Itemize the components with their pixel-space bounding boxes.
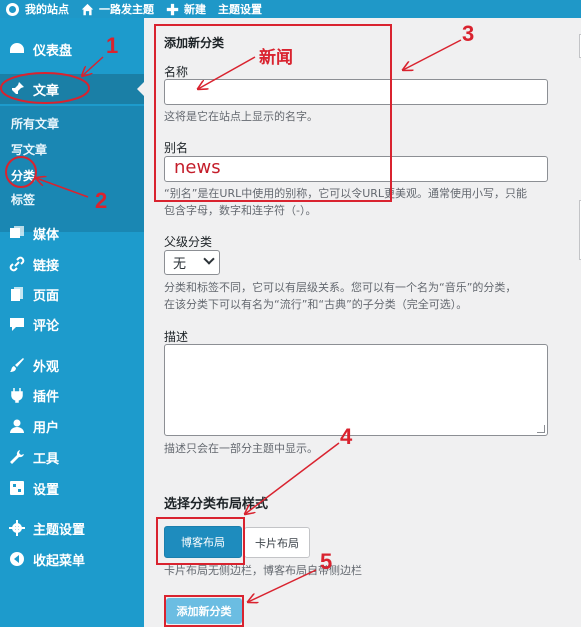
site-icon: [6, 2, 19, 16]
menu-pages-label: 页面: [33, 288, 60, 304]
menu-tools-label: 工具: [33, 451, 60, 467]
description-help: 描述只会在一部分主题中显示。: [164, 442, 318, 455]
card-layout-button[interactable]: 卡片布局: [244, 527, 310, 558]
menu-posts-label: 文章: [33, 83, 60, 99]
parent-select[interactable]: 无: [164, 250, 220, 275]
menu-comments[interactable]: 评论: [0, 309, 144, 339]
menu-posts[interactable]: 文章: [0, 74, 144, 104]
annotation-number-4: 4: [340, 424, 353, 449]
annotation-number-3: 3: [462, 21, 475, 46]
slug-value: news: [174, 157, 221, 178]
wrench-icon: [8, 448, 26, 466]
menu-collapse-label: 收起菜单: [33, 553, 86, 569]
description-label: 描述: [164, 330, 189, 344]
link-icon: [8, 255, 26, 273]
resize-grip-icon[interactable]: [537, 425, 545, 433]
menu-users[interactable]: 用户: [0, 411, 144, 441]
brush-icon: [8, 356, 26, 374]
parent-help-line2: 在该分类下可以有名为“流行”和“古典”的子分类（完全可选）。: [164, 298, 468, 311]
menu-theme-settings-label: 主题设置: [33, 522, 86, 538]
blog-layout-button[interactable]: 博客布局: [164, 526, 242, 558]
plugin-icon: [8, 386, 26, 404]
description-textarea[interactable]: [164, 344, 548, 436]
user-icon: [8, 417, 26, 435]
admin-sidebar: 仪表盘 文章 所有文章 写文章 分类 标签 媒体 链接 页面 评论 外观 插件 …: [0, 18, 144, 627]
menu-theme-settings[interactable]: 主题设置: [0, 513, 144, 543]
slug-help-line1: “别名”是在URL中使用的别称，它可以令URL更美观。通常使用小写，只能: [164, 187, 528, 200]
site-name-label: 我的站点: [25, 3, 69, 16]
slug-label: 别名: [164, 141, 189, 155]
menu-tools[interactable]: 工具: [0, 442, 144, 472]
name-help: 这将是它在站点上显示的名字。: [164, 110, 318, 123]
parent-label: 父级分类: [164, 235, 213, 249]
submenu-categories[interactable]: 分类: [11, 167, 35, 184]
admin-bar: 我的站点 一路发主题 新建 主题设置: [0, 0, 581, 18]
gear-icon: [8, 519, 26, 537]
layout-help: 卡片布局无侧边栏，博客布局自带侧边栏: [164, 564, 362, 577]
theme-home-link[interactable]: 一路发主题: [81, 1, 154, 17]
form-title: 添加新分类: [164, 36, 225, 50]
add-category-form: 添加新分类 名称 这将是它在站点上显示的名字。 别名 news “别名”是在UR…: [144, 18, 574, 627]
menu-pages[interactable]: 页面: [0, 279, 144, 309]
layout-title: 选择分类布局样式: [164, 497, 269, 512]
parent-select-value: 无: [173, 257, 187, 272]
submenu-write-post[interactable]: 写文章: [11, 141, 47, 158]
annotation-number-1: 1: [106, 33, 119, 58]
menu-users-label: 用户: [33, 420, 60, 436]
site-name-link[interactable]: 我的站点: [0, 1, 69, 17]
new-content-label: 新建: [184, 3, 206, 16]
menu-appearance-label: 外观: [33, 359, 60, 375]
menu-collapse[interactable]: 收起菜单: [0, 544, 144, 574]
menu-appearance[interactable]: 外观: [0, 350, 144, 380]
annotation-name-hint: 新闻: [259, 48, 293, 68]
dashboard-icon: [8, 40, 26, 58]
submenu-tags[interactable]: 标签: [11, 191, 35, 208]
menu-dashboard[interactable]: 仪表盘: [0, 34, 144, 64]
menu-plugins-label: 插件: [33, 389, 60, 405]
theme-settings-label: 主题设置: [218, 3, 262, 16]
comment-icon: [8, 315, 26, 333]
menu-media[interactable]: 媒体: [0, 218, 144, 248]
menu-links[interactable]: 链接: [0, 249, 144, 279]
annotation-number-5: 5: [320, 549, 333, 574]
name-label: 名称: [164, 65, 189, 79]
posts-submenu: 所有文章 写文章 分类 标签: [0, 106, 144, 232]
menu-links-label: 链接: [33, 258, 60, 274]
annotation-number-2: 2: [95, 188, 108, 213]
theme-home-label: 一路发主题: [99, 3, 154, 16]
new-content-link[interactable]: 新建: [166, 1, 206, 17]
submenu-all-posts[interactable]: 所有文章: [11, 115, 59, 132]
menu-settings[interactable]: 设置: [0, 473, 144, 503]
right-panel-edge: [574, 18, 581, 627]
slug-help-line2: 包含字母，数字和连字符（-）。: [164, 204, 317, 217]
menu-settings-label: 设置: [33, 482, 60, 498]
pushpin-icon: [8, 80, 26, 98]
theme-settings-link[interactable]: 主题设置: [218, 1, 262, 17]
media-icon: [8, 224, 26, 242]
menu-media-label: 媒体: [33, 227, 60, 243]
add-category-button[interactable]: 添加新分类: [166, 598, 242, 624]
chevron-down-icon: [203, 253, 215, 265]
name-input[interactable]: [164, 79, 548, 105]
collapse-icon: [8, 550, 26, 568]
menu-comments-label: 评论: [33, 318, 60, 334]
parent-help-line1: 分类和标签不同，它可以有层级关系。您可以有一个名为“音乐”的分类，: [164, 281, 517, 294]
menu-dashboard-label: 仪表盘: [33, 43, 73, 59]
settings-icon: [8, 479, 26, 497]
pages-icon: [8, 285, 26, 303]
home-icon: [81, 3, 94, 16]
menu-plugins[interactable]: 插件: [0, 380, 144, 410]
plus-icon: [166, 3, 179, 16]
slug-input[interactable]: [164, 156, 548, 182]
